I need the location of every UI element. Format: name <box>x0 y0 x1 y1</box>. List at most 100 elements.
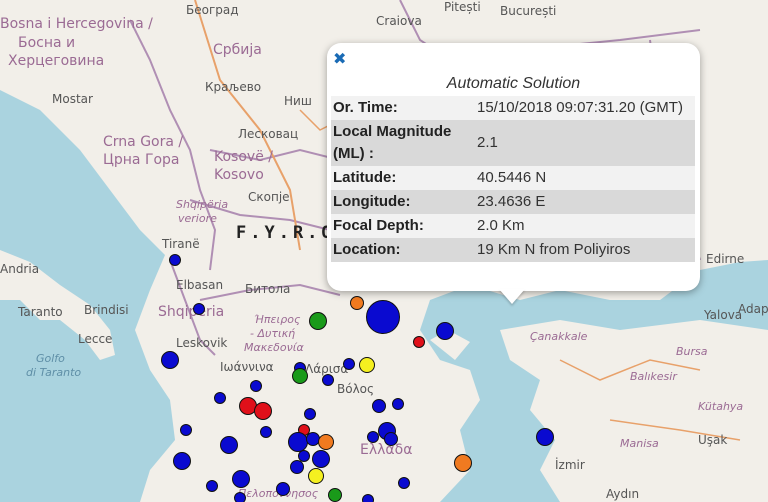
map-label-izmir: İzmir <box>555 458 585 472</box>
map-label-kosovo-2: Kosovo <box>214 167 264 183</box>
map-label-aydin: Aydın <box>606 487 640 501</box>
earthquake-marker[interactable] <box>350 296 364 310</box>
longitude-value: 23.4636 E <box>477 193 546 210</box>
table-row: Focal Depth: 2.0 Km <box>331 214 695 238</box>
map-label-ipeiros: Ήπειρος <box>254 313 301 326</box>
earthquake-marker[interactable] <box>214 392 226 404</box>
earthquake-marker[interactable] <box>193 303 205 315</box>
longitude-label: Longitude: <box>333 193 411 210</box>
magnitude-value: 2.1 <box>477 134 498 151</box>
earthquake-marker[interactable] <box>328 488 342 502</box>
earthquake-marker[interactable] <box>220 436 238 454</box>
earthquake-marker[interactable] <box>290 460 304 474</box>
location-label: Location: <box>333 241 401 258</box>
map-view[interactable]: Bosna i Hercegovina / Босна и Херцеговин… <box>0 0 768 502</box>
earthquake-marker[interactable] <box>392 398 404 410</box>
location-value: 19 Km N from Poliyiros <box>477 241 631 258</box>
earthquake-marker[interactable] <box>536 428 554 446</box>
map-label-yalova: Yalova <box>704 308 743 322</box>
earthquake-details-table: Or. Time: 15/10/2018 09:07:31.20 (GMT) L… <box>331 96 695 262</box>
map-label-lecce: Lecce <box>78 332 113 346</box>
map-label-bitola: Битола <box>245 282 291 296</box>
earthquake-marker[interactable] <box>304 408 316 420</box>
map-label-bucuresti: București <box>500 4 557 18</box>
earthquake-marker[interactable] <box>372 399 386 413</box>
earthquake-marker[interactable] <box>276 482 290 496</box>
focal-depth-value: 2.0 Km <box>477 217 525 234</box>
map-label-veriore: veriore <box>178 212 217 225</box>
earthquake-marker[interactable] <box>322 374 334 386</box>
map-label-adapa: Adapa <box>738 302 768 316</box>
earthquake-marker[interactable] <box>173 452 191 470</box>
map-label-ioannina: Ιωάννινα <box>220 360 274 374</box>
close-icon[interactable]: ✖ <box>333 51 349 67</box>
map-label-herzegovina-cyr: Херцеговина <box>8 53 105 69</box>
earthquake-marker[interactable] <box>312 450 330 468</box>
map-label-bursa: Bursa <box>676 345 708 358</box>
map-label-beograd: Београд <box>186 3 239 17</box>
map-label-mostar: Mostar <box>52 92 93 106</box>
map-label-leskovac: Лесковац <box>238 127 299 141</box>
origin-time-label: Or. Time: <box>333 99 398 116</box>
earthquake-marker[interactable] <box>206 480 218 492</box>
map-label-crna-gora-cyr: Црна Гора <box>103 152 180 168</box>
focal-depth-label: Focal Depth: <box>333 217 424 234</box>
earthquake-marker[interactable] <box>180 424 192 436</box>
table-row: Local Magnitude (ML) : 2.1 <box>331 120 695 166</box>
table-row: Latitude: 40.5446 N <box>331 166 695 190</box>
map-label-kraljevo: Краљево <box>205 80 262 94</box>
map-label-tirane: Tiranë <box>162 237 200 251</box>
table-row: Longitude: 23.4636 E <box>331 190 695 214</box>
earthquake-marker[interactable] <box>384 432 398 446</box>
popup-title: Automatic Solution <box>446 75 581 92</box>
map-label-brindisi: Brindisi <box>84 303 129 317</box>
earthquake-marker[interactable] <box>367 431 379 443</box>
map-label-golfo-taranto: di Taranto <box>26 366 82 379</box>
map-label-bosnia: Bosna i Hercegovina / <box>0 16 153 32</box>
earthquake-marker[interactable] <box>234 492 246 502</box>
table-row: Or. Time: 15/10/2018 09:07:31.20 (GMT) <box>331 96 695 120</box>
map-label-crna-gora: Crna Gora / <box>103 134 184 150</box>
map-label-shqiperia: Shqipëria <box>158 304 225 320</box>
map-label-usak: Uşak <box>698 433 728 447</box>
map-label-canakkale: Çanakkale <box>530 330 588 343</box>
map-label-skopje: Скопје <box>248 190 290 204</box>
earthquake-marker[interactable] <box>308 468 324 484</box>
earthquake-marker[interactable] <box>454 454 472 472</box>
earthquake-marker[interactable] <box>398 477 410 489</box>
table-row: Location: 19 Km N from Poliyiros <box>331 238 695 262</box>
earthquake-marker[interactable] <box>169 254 181 266</box>
map-label-kutahya: Kütahya <box>698 400 744 413</box>
map-label-golfo: Golfo <box>36 352 65 365</box>
earthquake-marker[interactable] <box>292 368 308 384</box>
earthquake-marker[interactable] <box>309 312 327 330</box>
map-label-craiova: Craiova <box>376 14 422 28</box>
earthquake-marker[interactable] <box>288 432 308 452</box>
map-label-elbasan: Elbasan <box>176 278 224 292</box>
origin-time-value: 15/10/2018 09:07:31.20 (GMT) <box>477 99 683 116</box>
earthquake-marker[interactable] <box>260 426 272 438</box>
popup-tip <box>499 289 525 304</box>
earthquake-marker-selected[interactable] <box>366 300 400 334</box>
map-label-andria: Andria <box>0 262 40 276</box>
earthquake-marker[interactable] <box>250 380 262 392</box>
map-label-volos: Βόλος <box>337 382 375 396</box>
map-label-makedonia: Μακεδονία <box>244 341 304 354</box>
earthquake-marker[interactable] <box>254 402 272 420</box>
earthquake-marker[interactable] <box>318 434 334 450</box>
magnitude-label: Local Magnitude (ML) : <box>333 123 452 162</box>
map-label-bosnia-cyr: Босна и <box>18 35 76 51</box>
earthquake-marker[interactable] <box>343 358 355 370</box>
earthquake-marker[interactable] <box>362 494 374 502</box>
earthquake-marker[interactable] <box>232 470 250 488</box>
map-label-manisa: Manisa <box>620 437 659 450</box>
earthquake-marker[interactable] <box>413 336 425 348</box>
latitude-value: 40.5446 N <box>477 169 547 186</box>
map-label-kosovo: Kosovë / <box>214 149 273 165</box>
earthquake-marker[interactable] <box>436 322 454 340</box>
map-label-edirne: Edirne <box>706 252 745 266</box>
earthquake-marker[interactable] <box>359 357 375 373</box>
map-label-taranto: Taranto <box>18 305 63 319</box>
earthquake-info-popup: ✖ Automatic Solution Or. Time: 15/10/201… <box>327 43 700 304</box>
earthquake-marker[interactable] <box>161 351 179 369</box>
